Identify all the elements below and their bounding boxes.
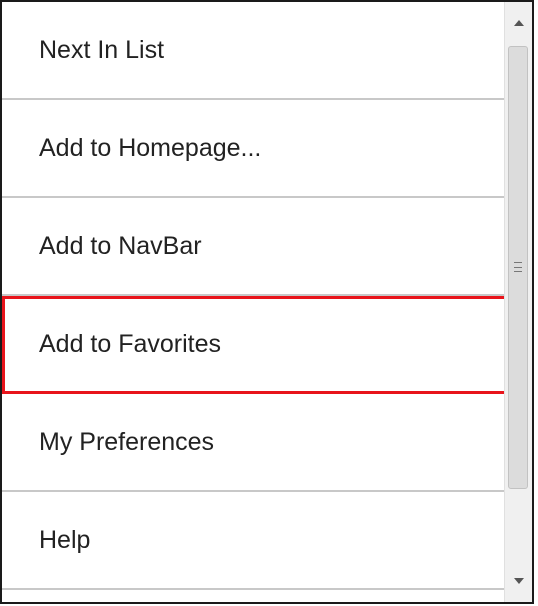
menu-list: Next In List Add to Homepage... Add to N… — [2, 2, 508, 602]
menu-item-label: Add to Homepage... — [39, 133, 262, 162]
scroll-down-button[interactable] — [505, 560, 532, 602]
scroll-up-button[interactable] — [505, 2, 532, 44]
menu-item-add-to-navbar[interactable]: Add to NavBar — [2, 198, 508, 296]
menu-item-next-in-list[interactable]: Next In List — [2, 2, 508, 100]
menu-item-add-to-favorites[interactable]: Add to Favorites — [2, 296, 508, 394]
menu-item-label: Next In List — [39, 35, 165, 64]
chevron-down-icon — [513, 578, 524, 584]
scroll-thumb[interactable] — [508, 46, 528, 489]
chevron-up-icon — [513, 20, 524, 26]
vertical-scrollbar[interactable] — [504, 2, 532, 602]
context-menu: Next In List Add to Homepage... Add to N… — [0, 0, 534, 604]
menu-item-label: Add to Favorites — [39, 329, 222, 358]
menu-item-label: Add to NavBar — [39, 231, 202, 260]
menu-item-add-to-homepage[interactable]: Add to Homepage... — [2, 100, 508, 198]
grip-lines-icon — [514, 262, 522, 272]
menu-item-my-preferences[interactable]: My Preferences — [2, 394, 508, 492]
menu-item-label: Help — [39, 525, 91, 554]
menu-item-label: My Preferences — [39, 427, 215, 456]
menu-item-help[interactable]: Help — [2, 492, 508, 590]
